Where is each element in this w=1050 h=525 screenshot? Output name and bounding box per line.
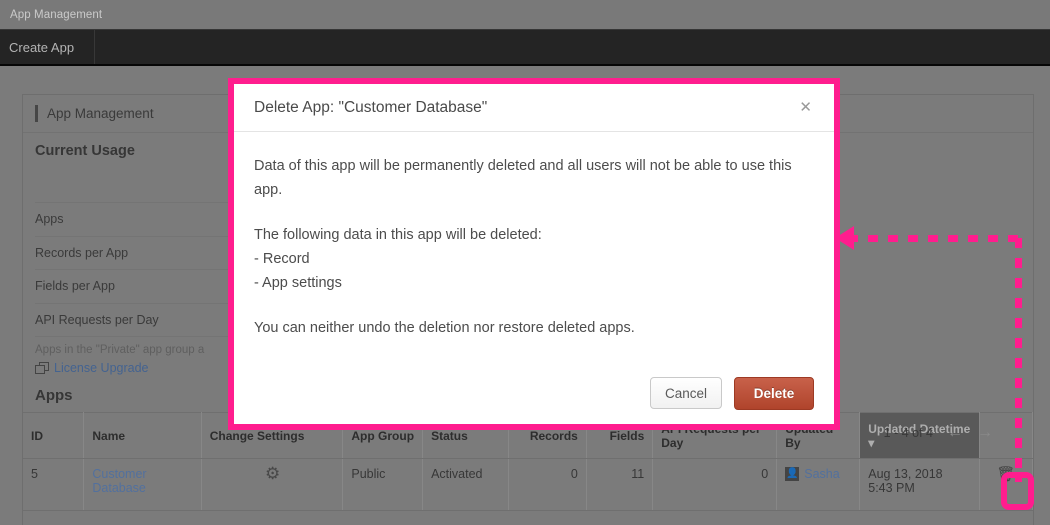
cell-updated-by: Sasha	[777, 459, 860, 511]
browser-tab[interactable]: App Management	[0, 0, 1050, 30]
nav-item-label: Create App	[9, 40, 74, 55]
cancel-button[interactable]: Cancel	[650, 377, 722, 409]
cell-fields: 11	[586, 459, 652, 511]
usage-row-label: API Requests per Day	[35, 313, 159, 327]
modal-list-item-2: - App settings	[254, 271, 814, 295]
license-upgrade-label: License Upgrade	[54, 361, 149, 375]
cell-status: Activated	[423, 459, 509, 511]
modal-paragraph-3: You can neither undo the deletion nor re…	[254, 316, 814, 340]
cell-records: 0	[509, 459, 586, 511]
browser-tabbar: App Management	[0, 0, 1050, 30]
trash-icon[interactable]: 🗑	[996, 467, 1015, 482]
user-avatar-icon	[785, 467, 799, 481]
arrow-right-icon[interactable]: →	[977, 425, 993, 441]
app-screen: App Management Create App App Management…	[0, 0, 1050, 525]
arrow-left-icon[interactable]: ←	[947, 425, 963, 441]
pagination-range: 1 - 4 of 4	[884, 426, 933, 440]
nav-item-create-app[interactable]: Create App	[0, 30, 95, 64]
pagination: 1 - 4 of 4 ← →	[884, 425, 993, 441]
cell-updated-datetime: Aug 13, 2018 5:43 PM	[860, 459, 980, 511]
modal-footer: Cancel Delete	[234, 362, 834, 424]
panel-accent-bar	[35, 105, 38, 122]
cell-change-settings[interactable]	[201, 459, 343, 511]
modal-list-item-1: - Record	[254, 247, 814, 271]
browser-tab-title: App Management	[10, 9, 102, 21]
updated-datetime-date: Aug 13, 2018	[868, 467, 971, 481]
cell-id: 5	[23, 459, 84, 511]
usage-row-label: Apps	[35, 212, 64, 226]
cell-api-requests: 0	[653, 459, 777, 511]
delete-button[interactable]: Delete	[734, 377, 814, 410]
windows-overlap-icon	[35, 362, 49, 375]
app-name-link[interactable]: Customer Database	[92, 467, 146, 495]
cell-delete-action[interactable]: 🗑	[979, 459, 1032, 511]
modal-paragraph-1: Data of this app will be permanently del…	[254, 154, 814, 203]
gear-icon[interactable]	[265, 467, 279, 481]
delete-app-modal: Delete App: "Customer Database" ✕ Data o…	[228, 78, 840, 430]
cell-app-group: Public	[343, 459, 423, 511]
modal-header: Delete App: "Customer Database" ✕	[234, 84, 834, 132]
usage-row-label: Fields per App	[35, 279, 115, 293]
table-row: 5 Customer Database Public Activated 0 1…	[23, 459, 1033, 511]
column-header-id[interactable]: ID	[23, 413, 84, 459]
close-icon[interactable]: ✕	[795, 98, 816, 117]
usage-row-label: Records per App	[35, 246, 128, 260]
modal-body: Data of this app will be permanently del…	[234, 132, 834, 362]
modal-paragraph-2: The following data in this app will be d…	[254, 223, 814, 247]
cell-name[interactable]: Customer Database	[84, 459, 201, 511]
column-header-name[interactable]: Name	[84, 413, 201, 459]
updated-datetime-time: 5:43 PM	[868, 481, 971, 495]
updated-by-link[interactable]: Sasha	[804, 467, 839, 481]
panel-title: App Management	[47, 106, 154, 121]
app-navbar: Create App	[0, 30, 1050, 66]
modal-title: Delete App: "Customer Database"	[254, 99, 795, 117]
